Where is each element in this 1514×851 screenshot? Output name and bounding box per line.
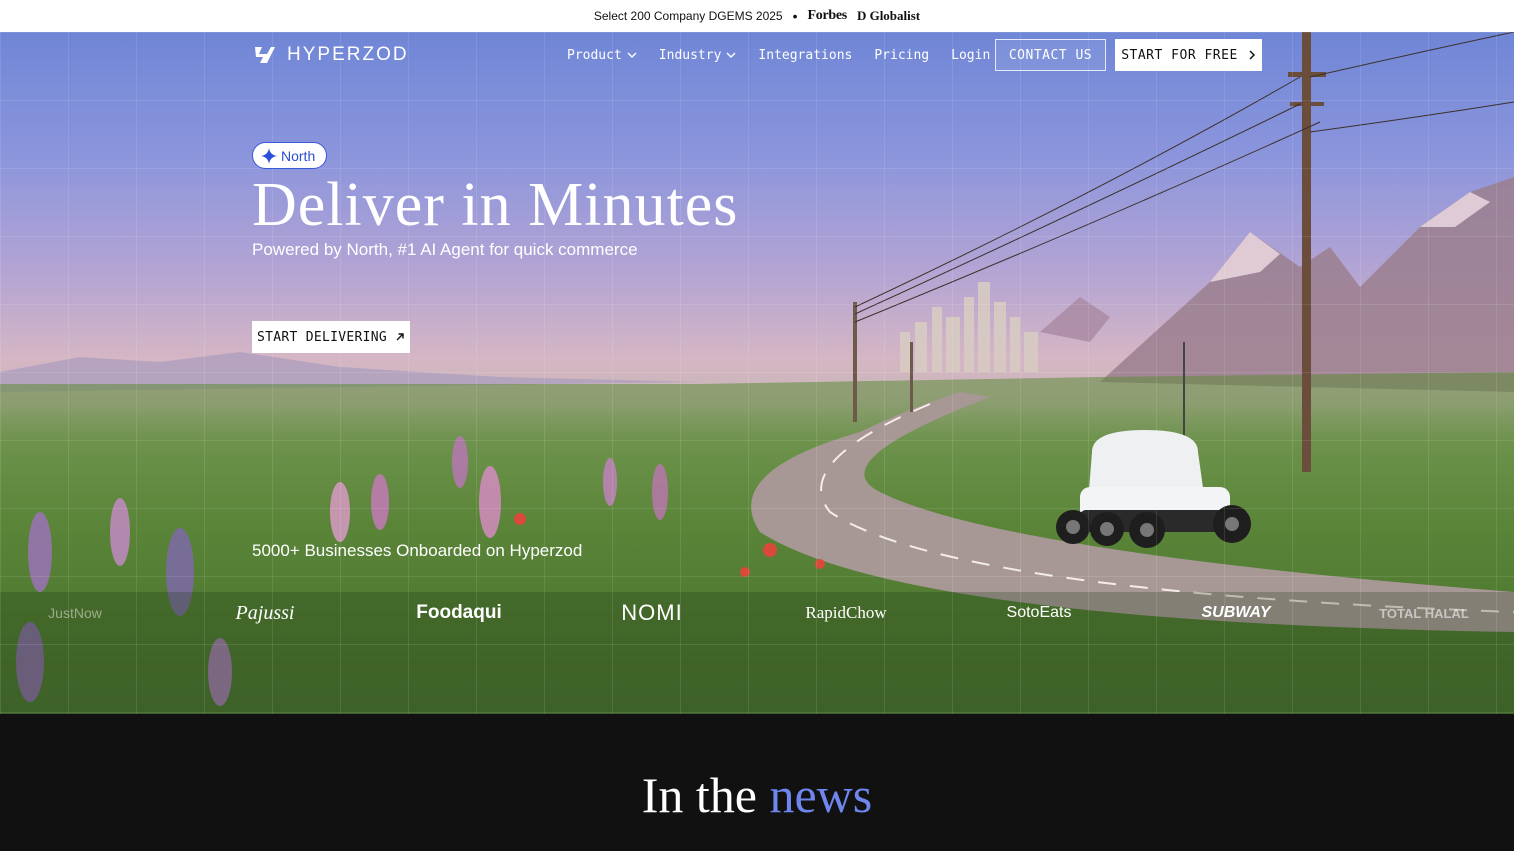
main-nav: Product Industry Integrations Pricing Lo… (567, 39, 1012, 71)
start-delivering-label: START DELIVERING (256, 329, 388, 345)
north-badge-label: North (281, 147, 316, 164)
arrow-up-right-icon (396, 333, 404, 341)
client-logo-pajussi: Pajussi (235, 601, 295, 624)
contact-us-button[interactable]: CONTACT US (995, 39, 1106, 71)
client-logo-nomi: NOMI (621, 600, 683, 625)
client-logo-total-halal: TOTAL HALAL (1379, 605, 1469, 621)
client-logo-justnow: JustNow (48, 605, 102, 621)
nav-integrations[interactable]: Integrations (758, 48, 852, 63)
news-title: In the news (0, 766, 1514, 824)
hyperzod-logo-icon (255, 47, 275, 63)
chevron-down-icon (726, 52, 736, 58)
announcement-text: Select 200 Company DGEMS 2025 (593, 9, 783, 23)
businesses-onboarded-text: 5000+ Businesses Onboarded on Hyperzod (252, 541, 583, 560)
brand-name: HYPERZOD (287, 44, 409, 65)
client-logo-rapidchow: RapidChow (805, 603, 887, 622)
news-title-accent: news (769, 767, 873, 823)
announcement-bar: Select 200 Company DGEMS 2025 • Forbes D… (0, 0, 1514, 32)
client-logo-sotoeats: SotoEats (1006, 604, 1072, 621)
nav-pricing[interactable]: Pricing (874, 48, 929, 63)
hero-headline: Deliver in Minutes (252, 171, 739, 239)
news-section: In the news (0, 714, 1514, 851)
hero-subheadline: Powered by North, #1 AI Agent for quick … (252, 240, 638, 259)
chevron-down-icon (627, 52, 637, 58)
nav-pricing-label: Pricing (874, 47, 930, 63)
chevron-right-icon (1249, 50, 1255, 60)
press-logo-forbes: Forbes (807, 8, 848, 23)
brand-logo[interactable]: HYPERZOD (253, 44, 409, 66)
news-title-part1: In the (641, 767, 757, 823)
client-logo-foodaqui: Foodaqui (416, 602, 502, 623)
client-logo-subway: SUBWAY (1201, 604, 1271, 621)
start-for-free-label: START FOR FREE (1121, 47, 1238, 63)
north-badge: North (252, 142, 328, 169)
press-logo-globalist: D Globalist (856, 8, 921, 23)
nav-product[interactable]: Product (567, 48, 637, 63)
client-logos-strip: JustNow Pajussi Foodaqui NOMI RapidChow … (0, 596, 1514, 630)
nav-login[interactable]: Login (951, 48, 990, 63)
announcement-separator: • (792, 8, 798, 24)
start-for-free-button[interactable]: START FOR FREE (1115, 39, 1262, 71)
nav-integrations-label: Integrations (758, 47, 853, 63)
start-delivering-button[interactable]: START DELIVERING (252, 321, 410, 353)
nav-product-label: Product (567, 47, 622, 63)
nav-industry-label: Industry (658, 47, 722, 63)
nav-login-label: Login (951, 47, 991, 63)
sparkle-icon (261, 147, 277, 164)
nav-industry[interactable]: Industry (659, 48, 737, 63)
